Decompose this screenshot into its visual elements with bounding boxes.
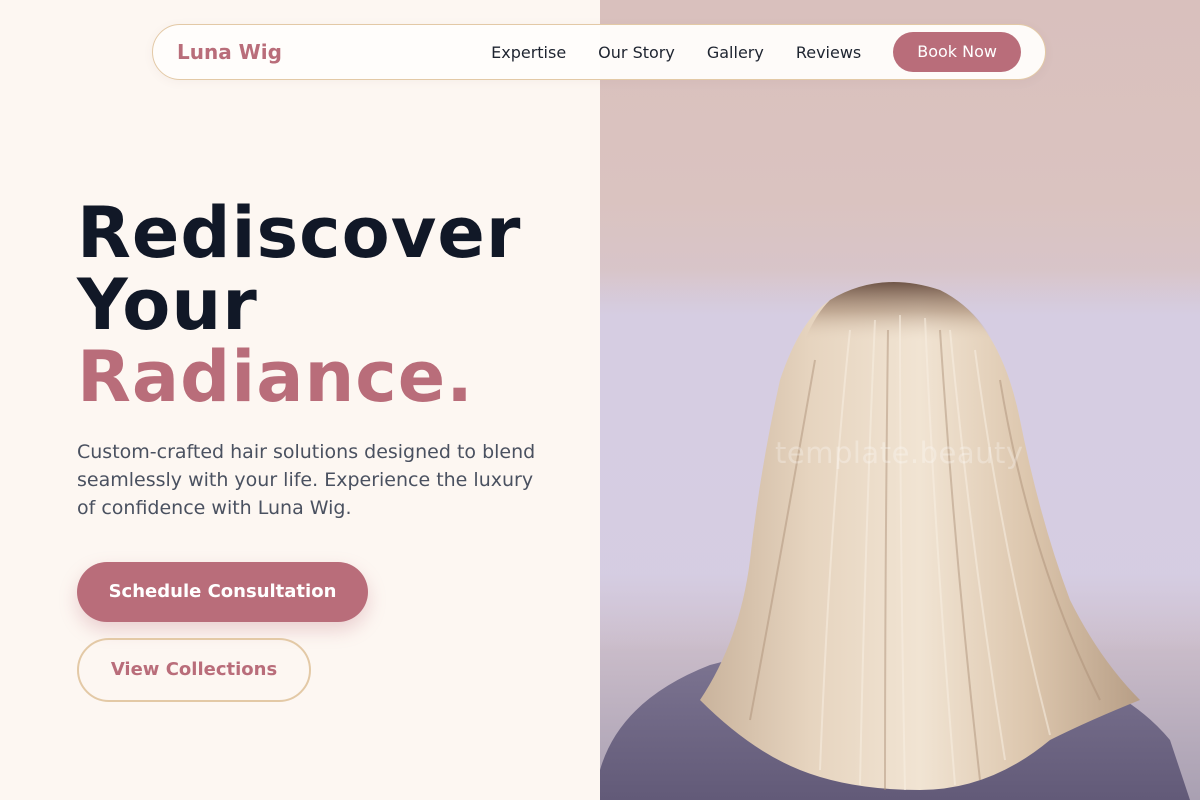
- schedule-consultation-button[interactable]: Schedule Consultation: [77, 562, 368, 622]
- hero-title-line-2: Your: [77, 264, 258, 346]
- watermark-text: template.beauty: [775, 436, 1024, 470]
- nav-links: Expertise Our Story Gallery Reviews Book…: [491, 32, 1021, 72]
- hero-photo: template.beauty: [600, 0, 1200, 800]
- nav-link-expertise[interactable]: Expertise: [491, 43, 566, 62]
- nav-link-gallery[interactable]: Gallery: [707, 43, 764, 62]
- view-collections-button[interactable]: View Collections: [77, 638, 311, 702]
- landing-page: template.beauty Luna Wig Expertise Our S…: [0, 0, 1200, 800]
- hero-subtitle: Custom-crafted hair solutions designed t…: [77, 441, 536, 519]
- nav-link-our-story[interactable]: Our Story: [598, 43, 675, 62]
- brand-logo[interactable]: Luna Wig: [177, 40, 282, 64]
- hero-title: Rediscover Your Radiance.: [77, 197, 521, 413]
- hero-title-accent: Radiance.: [77, 336, 474, 418]
- hair-illustration: [600, 282, 1190, 800]
- nav-link-reviews[interactable]: Reviews: [796, 43, 861, 62]
- book-now-button[interactable]: Book Now: [893, 32, 1021, 72]
- top-nav: Luna Wig Expertise Our Story Gallery Rev…: [152, 24, 1046, 80]
- hero-title-line-1: Rediscover: [77, 192, 522, 274]
- hair-shape: [700, 282, 1140, 790]
